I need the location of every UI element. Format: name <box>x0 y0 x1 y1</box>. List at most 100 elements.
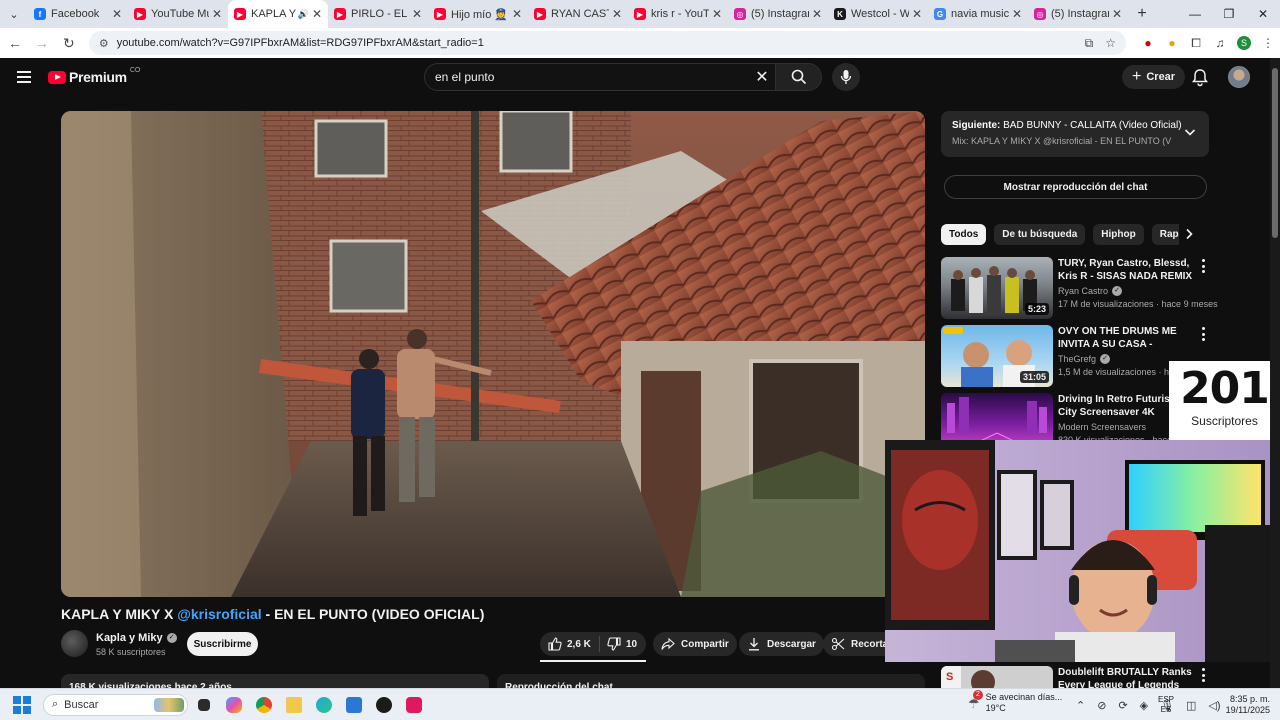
chip-todos[interactable]: Todos <box>941 223 987 245</box>
minimize-icon[interactable]: — <box>1178 0 1212 28</box>
chip-hiphop[interactable]: Hiphop <box>1093 223 1144 245</box>
recommendation-item[interactable]: 5:23 TURY, Ryan Castro, Blessd, Kris R -… <box>941 257 1218 319</box>
store-icon[interactable] <box>340 691 368 719</box>
extension-color-icon[interactable]: ● <box>1160 32 1184 54</box>
tray-app-icon[interactable]: ⟳ <box>1118 699 1127 712</box>
tray-app-icon[interactable]: ◈ <box>1140 699 1148 712</box>
tab-close-icon[interactable]: ✕ <box>912 7 922 21</box>
youtube-premium-logo[interactable]: Premium CO <box>48 67 140 85</box>
like-button[interactable]: 2,6 K <box>540 636 600 652</box>
create-button[interactable]: + Crear <box>1122 65 1186 89</box>
rec-title[interactable]: OVY ON THE DRUMS ME INVITA A SU CASA - T… <box>1058 325 1194 351</box>
rec-title[interactable]: Doublelift BRUTALLY Ranks Every League o… <box>1058 666 1194 688</box>
system-clock[interactable]: 8:35 p. m. 19/11/2025 <box>1224 694 1270 716</box>
language-indicator[interactable]: ESP ES <box>1158 695 1174 715</box>
browser-tab[interactable]: ▶ KAPLA Y M🔊✕ <box>228 0 328 28</box>
browser-profile-avatar[interactable]: S <box>1237 36 1252 50</box>
rec-channel[interactable]: Ryan Castro <box>1058 286 1108 296</box>
page-scrollbar[interactable] <box>1270 58 1280 688</box>
extension-opera-icon[interactable]: ● <box>1136 32 1160 54</box>
tray-app-icon[interactable]: ⊘ <box>1097 699 1106 712</box>
browser-menu-icon[interactable]: ⋮ <box>1256 32 1280 54</box>
tab-close-icon[interactable]: ✕ <box>1012 7 1022 21</box>
show-chat-replay-button[interactable]: Mostrar reproducción del chat <box>944 175 1207 199</box>
voice-search-button[interactable] <box>832 63 860 91</box>
scrollbar-thumb[interactable] <box>1272 68 1278 238</box>
network-icon[interactable]: ◫ <box>1186 699 1196 712</box>
browser-tab[interactable]: K Westcol - Watc✕ <box>828 0 928 28</box>
restore-icon[interactable]: ❐ <box>1212 0 1246 28</box>
video-player[interactable] <box>61 111 925 597</box>
recommendation-item[interactable]: S Doublelift BRUTALLY Ranks Every League… <box>941 666 1209 688</box>
subscribe-button[interactable]: Suscribirme <box>187 632 258 656</box>
rec-title[interactable]: TURY, Ryan Castro, Blessd, Kris R - SISA… <box>1058 257 1194 283</box>
tab-close-icon[interactable]: ✕ <box>612 7 622 21</box>
rec-thumbnail[interactable]: 31:05 <box>941 325 1053 387</box>
tab-close-icon[interactable]: ✕ <box>512 7 522 21</box>
rec-channel[interactable]: Modern Screensavers <box>1058 422 1146 432</box>
download-button[interactable]: Descargar <box>739 632 824 656</box>
share-button[interactable]: Compartir <box>653 632 737 656</box>
app-dark-icon[interactable] <box>370 691 398 719</box>
forward-icon[interactable]: → <box>30 31 54 55</box>
tab-close-icon[interactable]: ✕ <box>812 7 822 21</box>
back-icon[interactable]: ← <box>3 31 27 55</box>
browser-tab[interactable]: ▶ PIRLO - EL FIC✕ <box>328 0 428 28</box>
channel-name[interactable]: Kapla y Miky <box>96 632 163 644</box>
up-next-panel[interactable]: Siguiente: BAD BUNNY - CALLAÍTA (Video O… <box>941 111 1209 157</box>
tab-close-icon[interactable]: ✕ <box>212 7 222 21</box>
tab-close-icon[interactable]: ✕ <box>712 7 722 21</box>
tab-close-icon[interactable]: ✕ <box>412 7 422 21</box>
clear-search-icon[interactable]: ✕ <box>749 67 775 87</box>
chevron-down-icon[interactable] <box>1183 125 1197 139</box>
chip-de-tu-busqueda[interactable]: De tu búsqueda <box>994 223 1086 245</box>
rec-channel[interactable]: TheGrefg <box>1058 354 1096 364</box>
task-view-icon[interactable] <box>190 691 218 719</box>
new-tab-button[interactable]: + <box>1128 5 1156 23</box>
browser-tab[interactable]: f Facebook ✕ <box>28 0 128 28</box>
more-actions-icon[interactable] <box>1199 668 1207 682</box>
account-avatar[interactable] <box>1228 66 1250 88</box>
browser-tab[interactable]: Gnavia music pi✕ <box>928 0 1028 28</box>
browser-tab[interactable]: ◎ (5) Instagram✕ <box>1028 0 1128 28</box>
guide-menu-icon[interactable] <box>12 65 36 89</box>
file-explorer-icon[interactable] <box>280 691 308 719</box>
search-button[interactable] <box>775 64 821 90</box>
search-input[interactable] <box>425 70 749 84</box>
chrome-icon[interactable] <box>250 691 278 719</box>
extensions-puzzle-icon[interactable]: ⧠ <box>1184 32 1208 54</box>
reload-icon[interactable]: ↻ <box>57 31 81 55</box>
tab-close-icon[interactable]: ✕ <box>1112 7 1122 21</box>
edge-icon[interactable] <box>310 691 338 719</box>
more-actions-icon[interactable] <box>1199 259 1207 273</box>
tab-close-icon[interactable]: ✕ <box>112 7 122 21</box>
chips-next-button[interactable] <box>1179 223 1199 245</box>
more-actions-icon[interactable] <box>1199 327 1207 341</box>
tiktok-icon[interactable] <box>400 691 428 719</box>
notifications-bell-icon[interactable] <box>1190 67 1210 87</box>
bookmark-star-icon[interactable]: ☆ <box>1105 36 1116 50</box>
tab-close-icon[interactable]: ✕ <box>312 7 322 21</box>
dislike-button[interactable]: 10 <box>600 637 637 651</box>
browser-tab[interactable]: ▶ RYAN CASTRO✕ <box>528 0 628 28</box>
browser-tab[interactable]: ▶ kris r - YouTub✕ <box>628 0 728 28</box>
taskbar-search[interactable]: ⌕ Buscar <box>43 693 188 716</box>
install-app-icon[interactable]: ⧉ <box>1085 36 1094 51</box>
browser-tab[interactable]: ▶ Hijo mío 👮🍩✕ <box>428 0 528 28</box>
rec-thumbnail[interactable]: 5:23 <box>941 257 1053 319</box>
title-mention-link[interactable]: @krisroficial <box>177 606 261 622</box>
browser-tab[interactable]: ▶ YouTube Music✕ <box>128 0 228 28</box>
tray-chevron-up-icon[interactable]: ⌃ <box>1076 699 1085 712</box>
address-bar[interactable]: ⚙ youtube.com/watch?v=G97IPFbxrAM&list=R… <box>88 31 1127 55</box>
rec-thumbnail[interactable]: S <box>941 666 1053 688</box>
tab-audio-icon[interactable]: 🔊 <box>298 9 309 20</box>
weather-widget[interactable]: 2 ☂ Se avecinan días... 19°C <box>968 690 1062 714</box>
tab-search-icon[interactable]: ⌄ <box>0 0 28 28</box>
media-control-icon[interactable]: ♫ <box>1208 32 1232 54</box>
browser-tab[interactable]: ◎ (5) Instagram✕ <box>728 0 828 28</box>
close-window-icon[interactable]: ✕ <box>1246 0 1280 28</box>
start-windows-icon[interactable] <box>13 695 31 714</box>
channel-avatar[interactable] <box>61 630 88 657</box>
copilot-icon[interactable] <box>220 691 248 719</box>
volume-icon[interactable]: ◁) <box>1208 699 1220 712</box>
